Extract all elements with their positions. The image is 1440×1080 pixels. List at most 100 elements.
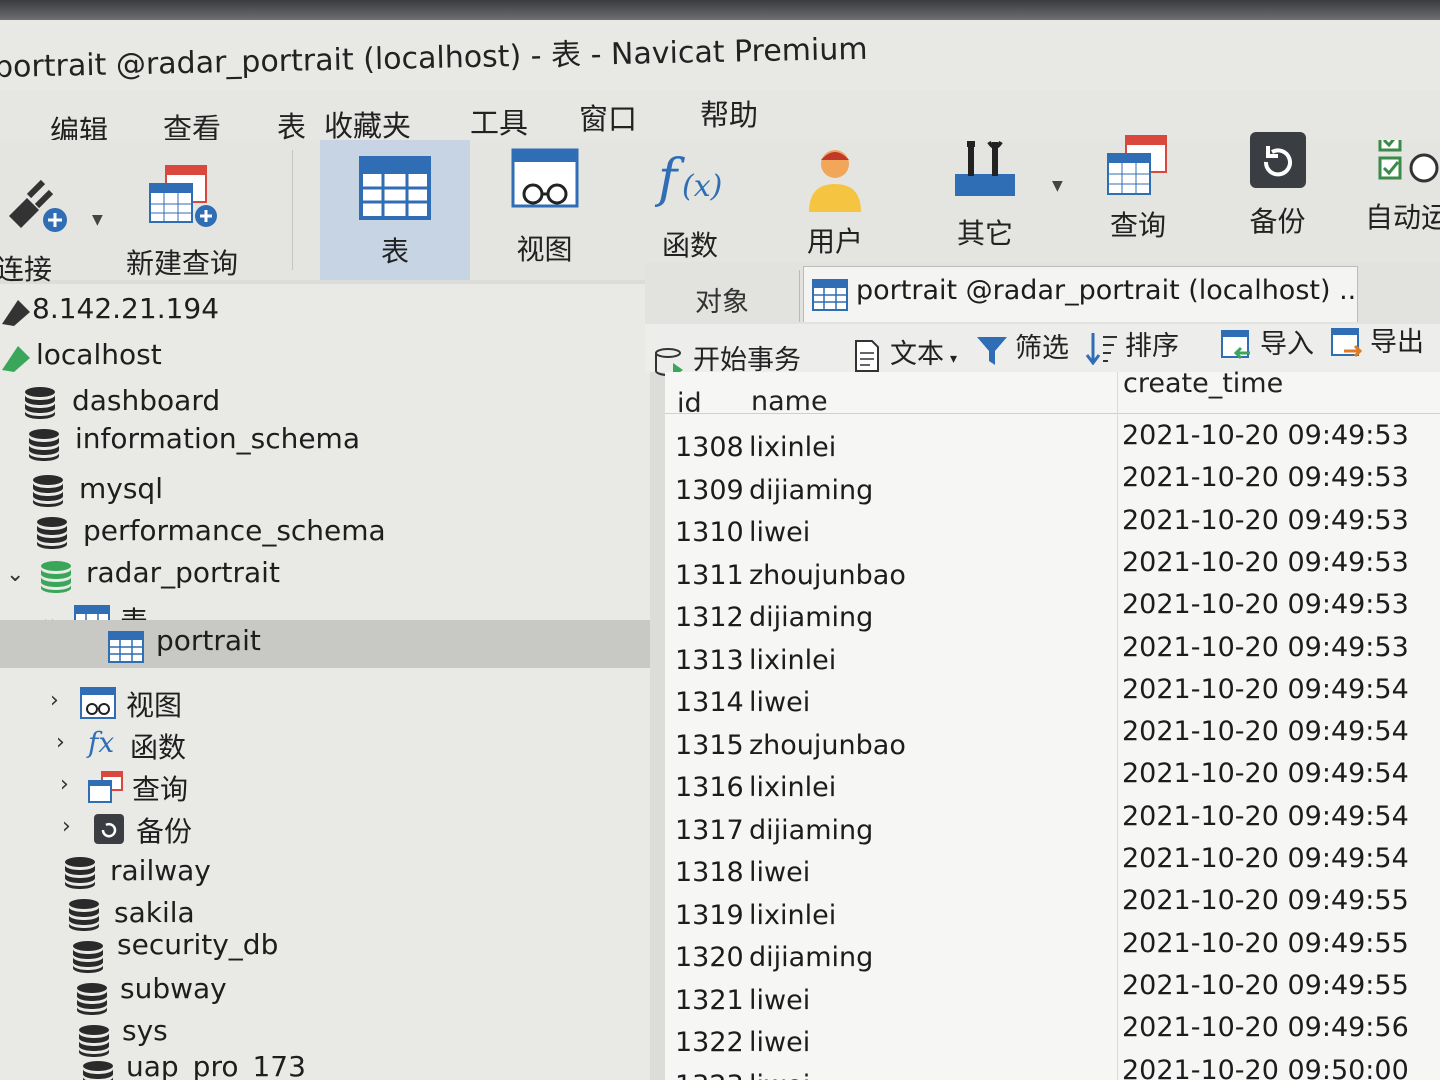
- cell-name[interactable]: liwei: [749, 1070, 810, 1080]
- tree-db-subway[interactable]: subway: [0, 972, 650, 1020]
- cell-name[interactable]: liwei: [749, 517, 810, 548]
- tree-label: railway: [110, 854, 211, 887]
- expand-chevron-right-icon[interactable]: ›: [50, 688, 59, 713]
- expand-chevron-right-icon[interactable]: ›: [60, 772, 69, 797]
- menu-help[interactable]: 帮助: [700, 92, 758, 134]
- column-header-create-time[interactable]: create_time: [1123, 368, 1283, 399]
- cell-create-time[interactable]: 2021-10-20 09:49:56: [1122, 1012, 1409, 1043]
- cell-create-time[interactable]: 2021-10-20 09:49:55: [1122, 928, 1409, 959]
- function-fx-icon: fx: [88, 726, 115, 759]
- cell-name[interactable]: dijiaming: [749, 475, 873, 506]
- expand-chevron-right-icon[interactable]: ›: [62, 814, 71, 839]
- cell-create-time[interactable]: 2021-10-20 09:49:54: [1122, 758, 1409, 789]
- table-button[interactable]: 表: [320, 140, 470, 280]
- connect-dropdown-caret[interactable]: ▼: [92, 212, 103, 228]
- tree-db-railway[interactable]: railway: [0, 852, 650, 894]
- sort-button[interactable]: 排序: [1085, 324, 1179, 365]
- tab-objects[interactable]: 对象: [645, 270, 800, 322]
- import-button[interactable]: 导入: [1220, 322, 1314, 362]
- cell-name[interactable]: liwei: [749, 1027, 810, 1058]
- menu-favorites[interactable]: 收藏夹: [324, 103, 411, 145]
- cell-create-time[interactable]: 2021-10-20 09:49:53: [1122, 505, 1409, 536]
- cell-name[interactable]: liwei: [749, 985, 810, 1016]
- cell-name[interactable]: lixinlei: [749, 432, 836, 463]
- cell-id[interactable]: 1310: [675, 517, 744, 548]
- text-dropdown-caret[interactable]: ▾: [950, 351, 957, 367]
- menu-window[interactable]: 窗口: [579, 96, 637, 138]
- cell-id[interactable]: 1322: [675, 1027, 744, 1058]
- function-button[interactable]: f (x) 函数: [620, 140, 760, 280]
- cell-id[interactable]: 1318: [675, 857, 744, 888]
- user-button[interactable]: 用户: [765, 140, 905, 280]
- cell-id[interactable]: 1313: [675, 645, 744, 676]
- cell-id[interactable]: 1323: [675, 1070, 744, 1080]
- expand-chevron-right-icon[interactable]: ›: [56, 730, 65, 755]
- tree-db-sakila[interactable]: sakila: [0, 894, 650, 936]
- cell-id[interactable]: 1315: [675, 730, 744, 761]
- cell-create-time[interactable]: 2021-10-20 09:50:00: [1122, 1055, 1409, 1080]
- cell-create-time[interactable]: 2021-10-20 09:49:53: [1122, 589, 1409, 620]
- cell-id[interactable]: 1311: [675, 560, 744, 591]
- connect-button[interactable]: 连接: [0, 140, 100, 286]
- other-dropdown-caret[interactable]: ▼: [1052, 178, 1063, 194]
- cell-name[interactable]: zhoujunbao: [749, 730, 906, 761]
- backup-button[interactable]: 备份: [1210, 132, 1345, 280]
- table-row[interactable]: 1323 liwei 2021-10-20 09:50:00: [665, 1055, 1440, 1080]
- tree-folder-views[interactable]: › 视图: [0, 682, 650, 724]
- column-header-id[interactable]: id: [677, 388, 702, 419]
- column-header-name[interactable]: name: [751, 386, 828, 417]
- cell-create-time[interactable]: 2021-10-20 09:49:55: [1122, 970, 1409, 1001]
- cell-name[interactable]: lixinlei: [749, 772, 836, 803]
- export-button[interactable]: 导出: [1330, 320, 1424, 360]
- tree-db-information-schema[interactable]: information_schema: [0, 422, 650, 466]
- menu-tools[interactable]: 工具: [470, 100, 528, 142]
- cell-create-time[interactable]: 2021-10-20 09:49:54: [1122, 843, 1409, 874]
- view-button[interactable]: 视图: [472, 140, 617, 280]
- cell-id[interactable]: 1317: [675, 815, 744, 846]
- cell-name[interactable]: lixinlei: [749, 900, 836, 931]
- cell-id[interactable]: 1321: [675, 985, 744, 1016]
- other-button[interactable]: 其它: [915, 140, 1055, 280]
- cell-id[interactable]: 1312: [675, 602, 744, 633]
- cell-create-time[interactable]: 2021-10-20 09:49:53: [1122, 462, 1409, 493]
- cell-name[interactable]: dijiaming: [749, 602, 873, 633]
- cell-name[interactable]: liwei: [749, 857, 810, 888]
- cell-name[interactable]: dijiaming: [749, 815, 873, 846]
- tree-db-radar-portrait[interactable]: ⌄ radar_portrait: [0, 556, 650, 598]
- cell-create-time[interactable]: 2021-10-20 09:49:53: [1122, 632, 1409, 663]
- cell-create-time[interactable]: 2021-10-20 09:49:53: [1122, 420, 1409, 451]
- tab-portrait-table[interactable]: portrait @radar_portrait (localhost) ...: [803, 266, 1358, 322]
- cell-id[interactable]: 1309: [675, 475, 744, 506]
- cell-name[interactable]: zhoujunbao: [749, 560, 906, 591]
- cell-name[interactable]: lixinlei: [749, 645, 836, 676]
- expand-chevron-down-icon[interactable]: ⌄: [6, 562, 24, 587]
- cell-id[interactable]: 1320: [675, 942, 744, 973]
- new-query-button[interactable]: 新建查询: [112, 140, 252, 280]
- cell-id[interactable]: 1308: [675, 432, 744, 463]
- tree-db-performance-schema[interactable]: performance_schema: [0, 512, 650, 554]
- cell-create-time[interactable]: 2021-10-20 09:49:54: [1122, 716, 1409, 747]
- tree-folder-functions[interactable]: › fx 函数: [0, 724, 650, 766]
- cell-create-time[interactable]: 2021-10-20 09:49:55: [1122, 885, 1409, 916]
- tree-db-dashboard[interactable]: dashboard: [0, 382, 650, 424]
- tree-folder-backups[interactable]: › 备份: [0, 808, 650, 850]
- filter-button[interactable]: 筛选: [975, 326, 1069, 366]
- tree-connection-localhost[interactable]: localhost: [0, 336, 650, 378]
- cell-id[interactable]: 1314: [675, 687, 744, 718]
- cell-id[interactable]: 1316: [675, 772, 744, 803]
- tree-db-uap-pro-173[interactable]: uap_pro_173: [0, 1050, 650, 1080]
- query-button[interactable]: 查询: [1068, 135, 1208, 280]
- tree-connection-remote[interactable]: 8.142.21.194: [0, 290, 650, 332]
- tree-db-mysql[interactable]: mysql: [0, 470, 650, 512]
- cell-create-time[interactable]: 2021-10-20 09:49:53: [1122, 547, 1409, 578]
- auto-run-button[interactable]: 自动运: [1355, 140, 1440, 280]
- cell-name[interactable]: liwei: [749, 687, 810, 718]
- cell-name[interactable]: dijiaming: [749, 942, 873, 973]
- tree-folder-queries[interactable]: › 查询: [0, 766, 650, 808]
- tree-table-portrait[interactable]: portrait: [0, 620, 650, 668]
- cell-id[interactable]: 1319: [675, 900, 744, 931]
- cell-create-time[interactable]: 2021-10-20 09:49:54: [1122, 674, 1409, 705]
- cell-create-time[interactable]: 2021-10-20 09:49:54: [1122, 801, 1409, 832]
- text-button[interactable]: 文本 ▾: [850, 332, 957, 372]
- tree-db-security-db[interactable]: security_db: [0, 928, 650, 978]
